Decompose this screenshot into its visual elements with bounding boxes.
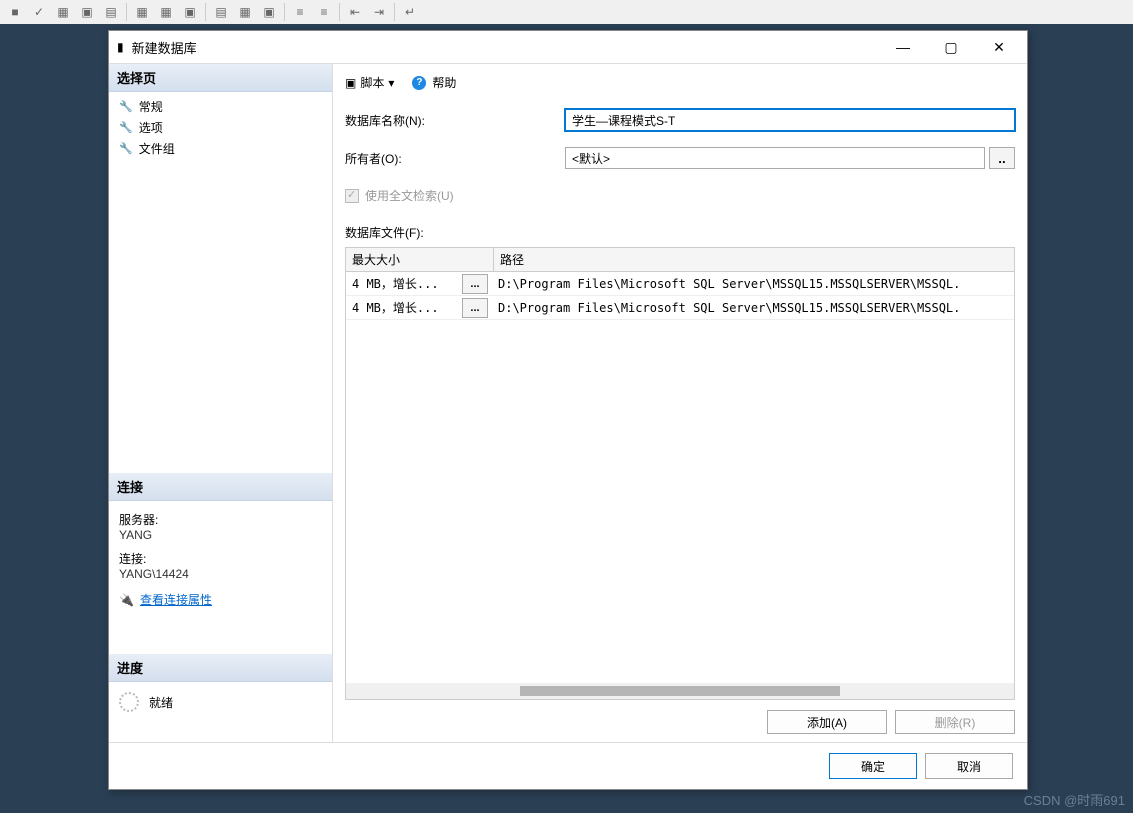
server-value: YANG xyxy=(119,528,322,542)
owner-browse-button[interactable]: .. xyxy=(989,147,1015,169)
db-name-input[interactable] xyxy=(565,109,1015,131)
owner-label: 所有者(O): xyxy=(345,150,565,167)
table-row[interactable]: 4 MB，增长... ... D:\Program Files\Microsof… xyxy=(346,272,1014,296)
close-button[interactable]: ✕ xyxy=(979,33,1019,61)
sidebar: 选择页 🔧 常规 🔧 选项 🔧 文件组 连接 服务器: YANG xyxy=(109,64,333,742)
db-name-label: 数据库名称(N): xyxy=(345,112,565,129)
view-connection-link[interactable]: 查看连接属性 xyxy=(140,591,212,608)
connection-value: YANG\14424 xyxy=(119,567,322,581)
toolbar-separator xyxy=(126,3,127,21)
wrench-icon: 🔧 xyxy=(119,142,133,155)
cell-size: 4 MB，增长... xyxy=(346,273,458,294)
cell-path: D:\Program Files\Microsoft SQL Server\MS… xyxy=(492,275,966,293)
cell-path: D:\Program Files\Microsoft SQL Server\MS… xyxy=(492,299,966,317)
chevron-down-icon: ▾ xyxy=(388,76,394,90)
new-database-dialog: ▮ 新建数据库 — ▢ ✕ 选择页 🔧 常规 🔧 选项 🔧 文件组 xyxy=(108,30,1028,790)
cancel-button[interactable]: 取消 xyxy=(925,753,1013,779)
toolbar-btn[interactable]: ≡ xyxy=(289,2,311,22)
script-icon: ▣ xyxy=(345,76,356,90)
toolbar-btn[interactable]: ▦ xyxy=(131,2,153,22)
toolbar-btn[interactable]: ⇥ xyxy=(368,2,390,22)
wrench-icon: 🔧 xyxy=(119,121,133,134)
progress-status: 就绪 xyxy=(149,694,173,711)
toolbar-btn[interactable]: ▦ xyxy=(155,2,177,22)
toolbar-btn[interactable]: ▤ xyxy=(100,2,122,22)
wrench-icon: 🔧 xyxy=(119,100,133,113)
app-toolbar: ■ ✓ ▦ ▣ ▤ ▦ ▦ ▣ ▤ ▦ ▣ ≡ ≡ ⇤ ⇥ ↵ xyxy=(0,0,1133,24)
dialog-title: 新建数据库 xyxy=(132,38,875,57)
toolbar-btn[interactable]: ▤ xyxy=(210,2,232,22)
help-icon: ? xyxy=(412,76,426,90)
sidebar-item-options[interactable]: 🔧 选项 xyxy=(109,117,332,138)
cell-size: 4 MB，增长... xyxy=(346,297,458,318)
sidebar-item-label: 文件组 xyxy=(139,140,175,157)
toolbar-btn[interactable]: ▣ xyxy=(76,2,98,22)
db-files-label: 数据库文件(F): xyxy=(345,224,1015,241)
help-button[interactable]: 帮助 xyxy=(432,74,456,91)
sidebar-item-label: 常规 xyxy=(139,98,163,115)
toolbar-separator xyxy=(284,3,285,21)
col-maxsize[interactable]: 最大大小 xyxy=(346,248,494,271)
toolbar-btn[interactable]: ■ xyxy=(4,2,26,22)
fulltext-checkbox xyxy=(345,189,359,203)
dialog-titlebar[interactable]: ▮ 新建数据库 — ▢ ✕ xyxy=(109,31,1027,63)
toolbar-separator xyxy=(339,3,340,21)
toolbar-btn[interactable]: ↵ xyxy=(399,2,421,22)
toolbar-btn[interactable]: ✓ xyxy=(28,2,50,22)
toolbar-btn[interactable]: ▦ xyxy=(234,2,256,22)
sidebar-item-label: 选项 xyxy=(139,119,163,136)
sidebar-item-general[interactable]: 🔧 常规 xyxy=(109,96,332,117)
watermark: CSDN @时雨691 xyxy=(1024,790,1125,809)
add-button[interactable]: 添加(A) xyxy=(767,710,887,734)
toolbar-separator xyxy=(394,3,395,21)
spinner-icon xyxy=(119,692,139,712)
minimize-button[interactable]: — xyxy=(883,33,923,61)
connection-label: 连接: xyxy=(119,550,322,567)
toolbar-btn[interactable]: ▦ xyxy=(52,2,74,22)
database-icon: ▮ xyxy=(117,40,124,54)
ok-button[interactable]: 确定 xyxy=(829,753,917,779)
row-ellipsis-button[interactable]: ... xyxy=(462,298,488,318)
server-label: 服务器: xyxy=(119,511,322,528)
progress-header: 进度 xyxy=(109,654,332,682)
connection-header: 连接 xyxy=(109,473,332,501)
maximize-button[interactable]: ▢ xyxy=(931,33,971,61)
owner-input[interactable] xyxy=(565,147,985,169)
select-page-header: 选择页 xyxy=(109,64,332,92)
fulltext-label: 使用全文检索(U) xyxy=(365,187,454,204)
toolbar-btn[interactable]: ▣ xyxy=(179,2,201,22)
plug-icon: 🔌 xyxy=(119,593,134,607)
toolbar-btn[interactable]: ▣ xyxy=(258,2,280,22)
db-files-grid[interactable]: 最大大小 路径 4 MB，增长... ... D:\Program Files\… xyxy=(345,247,1015,700)
toolbar-btn[interactable]: ⇤ xyxy=(344,2,366,22)
toolbar-separator xyxy=(205,3,206,21)
script-button[interactable]: ▣ 脚本 ▾ xyxy=(345,74,394,91)
row-ellipsis-button[interactable]: ... xyxy=(462,274,488,294)
sidebar-item-filegroups[interactable]: 🔧 文件组 xyxy=(109,138,332,159)
remove-button: 删除(R) xyxy=(895,710,1015,734)
horizontal-scrollbar[interactable] xyxy=(346,683,1014,699)
table-row[interactable]: 4 MB，增长... ... D:\Program Files\Microsof… xyxy=(346,296,1014,320)
col-path[interactable]: 路径 xyxy=(494,248,1014,271)
toolbar-btn[interactable]: ≡ xyxy=(313,2,335,22)
main-panel: ▣ 脚本 ▾ ? 帮助 数据库名称(N): 所有者(O): .. 使用全文检索(… xyxy=(333,64,1027,742)
scrollbar-thumb[interactable] xyxy=(520,686,840,696)
